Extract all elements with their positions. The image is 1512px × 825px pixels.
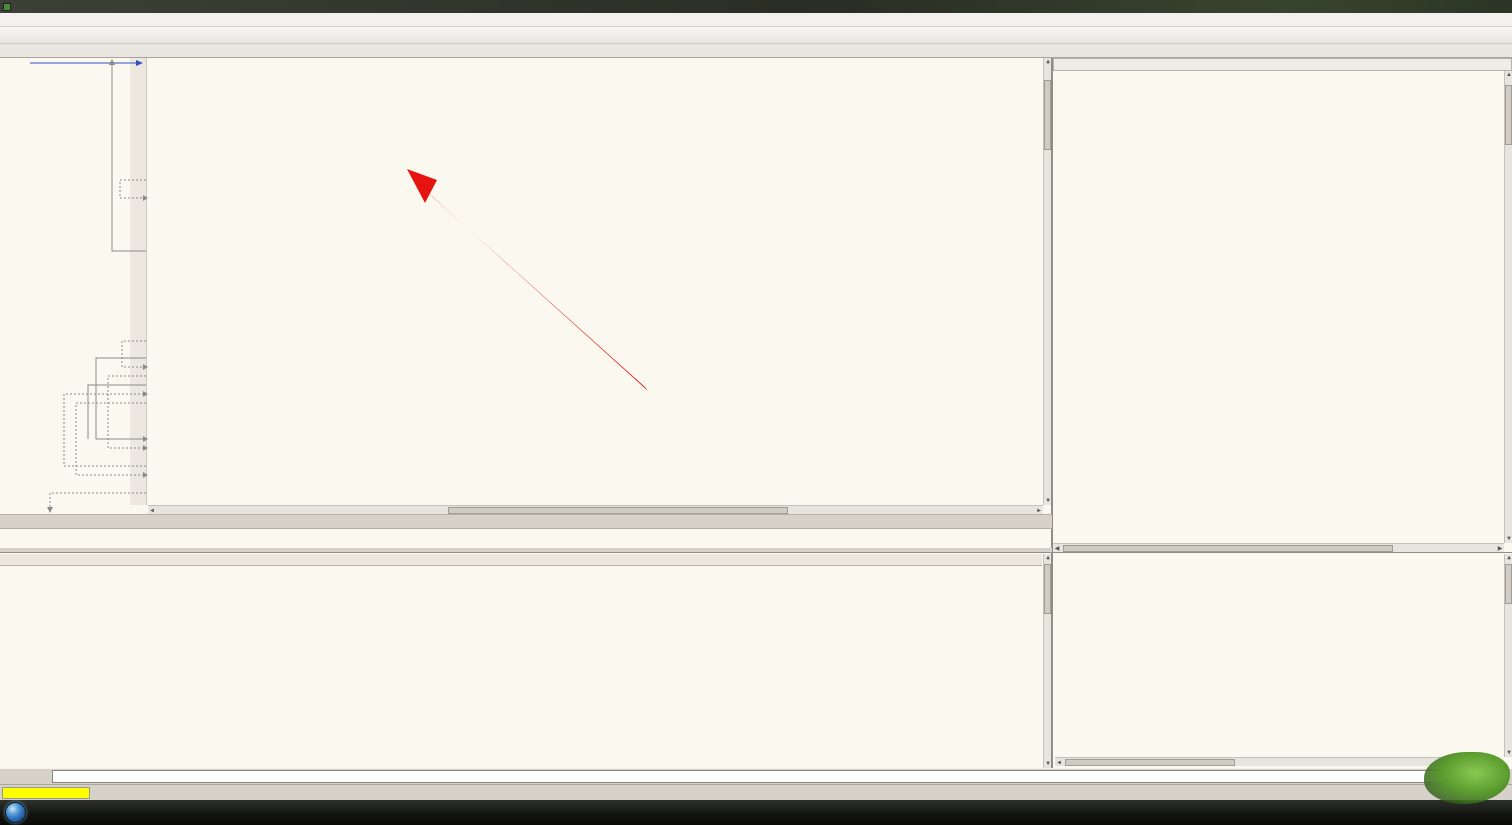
disasm-vscrollbar[interactable]: ▲ ▼ [1043, 58, 1051, 505]
app-icon [3, 2, 11, 11]
hide-fpu-button[interactable] [1053, 58, 1512, 71]
x32dbg-window: ▲ ▼ ◀ ▶ ▲ ▼ ◀ ▶ ▲ ▼ ◀ ▲ ▼ [0, 0, 1512, 825]
tab-bar [0, 44, 1512, 58]
menu-bar [0, 13, 1512, 27]
registers-hscrollbar[interactable]: ◀ ▶ [1053, 543, 1504, 552]
start-button[interactable] [5, 802, 26, 823]
command-input[interactable] [52, 770, 1504, 783]
taskbar [0, 800, 1512, 825]
dump-header [0, 554, 1042, 566]
registers-vscrollbar[interactable]: ▲ ▼ [1504, 71, 1512, 543]
dump-panel: ▲ ▼ [0, 552, 1052, 768]
command-bar [0, 768, 1512, 784]
stack-vscrollbar[interactable]: ▲ ▼ [1504, 554, 1512, 757]
title-bar[interactable] [0, 0, 1512, 13]
dump-vscrollbar[interactable]: ▲ ▼ [1043, 554, 1051, 768]
registers-panel: ▲ ▼ ◀ ▶ [1052, 58, 1512, 552]
stack-panel: ◀ ▶ ▲ ▼ [1052, 552, 1512, 768]
toolbar [0, 27, 1512, 44]
module-info-line [0, 529, 1052, 548]
register-lines[interactable] [1059, 73, 1502, 542]
status-bar [0, 784, 1512, 800]
jump-lines [30, 59, 148, 513]
disasm-hscrollbar[interactable]: ◀ ▶ [148, 505, 1043, 514]
stack-hscrollbar[interactable]: ◀ ▶ [1055, 757, 1463, 766]
hint-bar [0, 514, 1052, 529]
status-badge [2, 787, 90, 799]
disassembly-panel: ▲ ▼ ◀ ▶ [0, 58, 1052, 514]
